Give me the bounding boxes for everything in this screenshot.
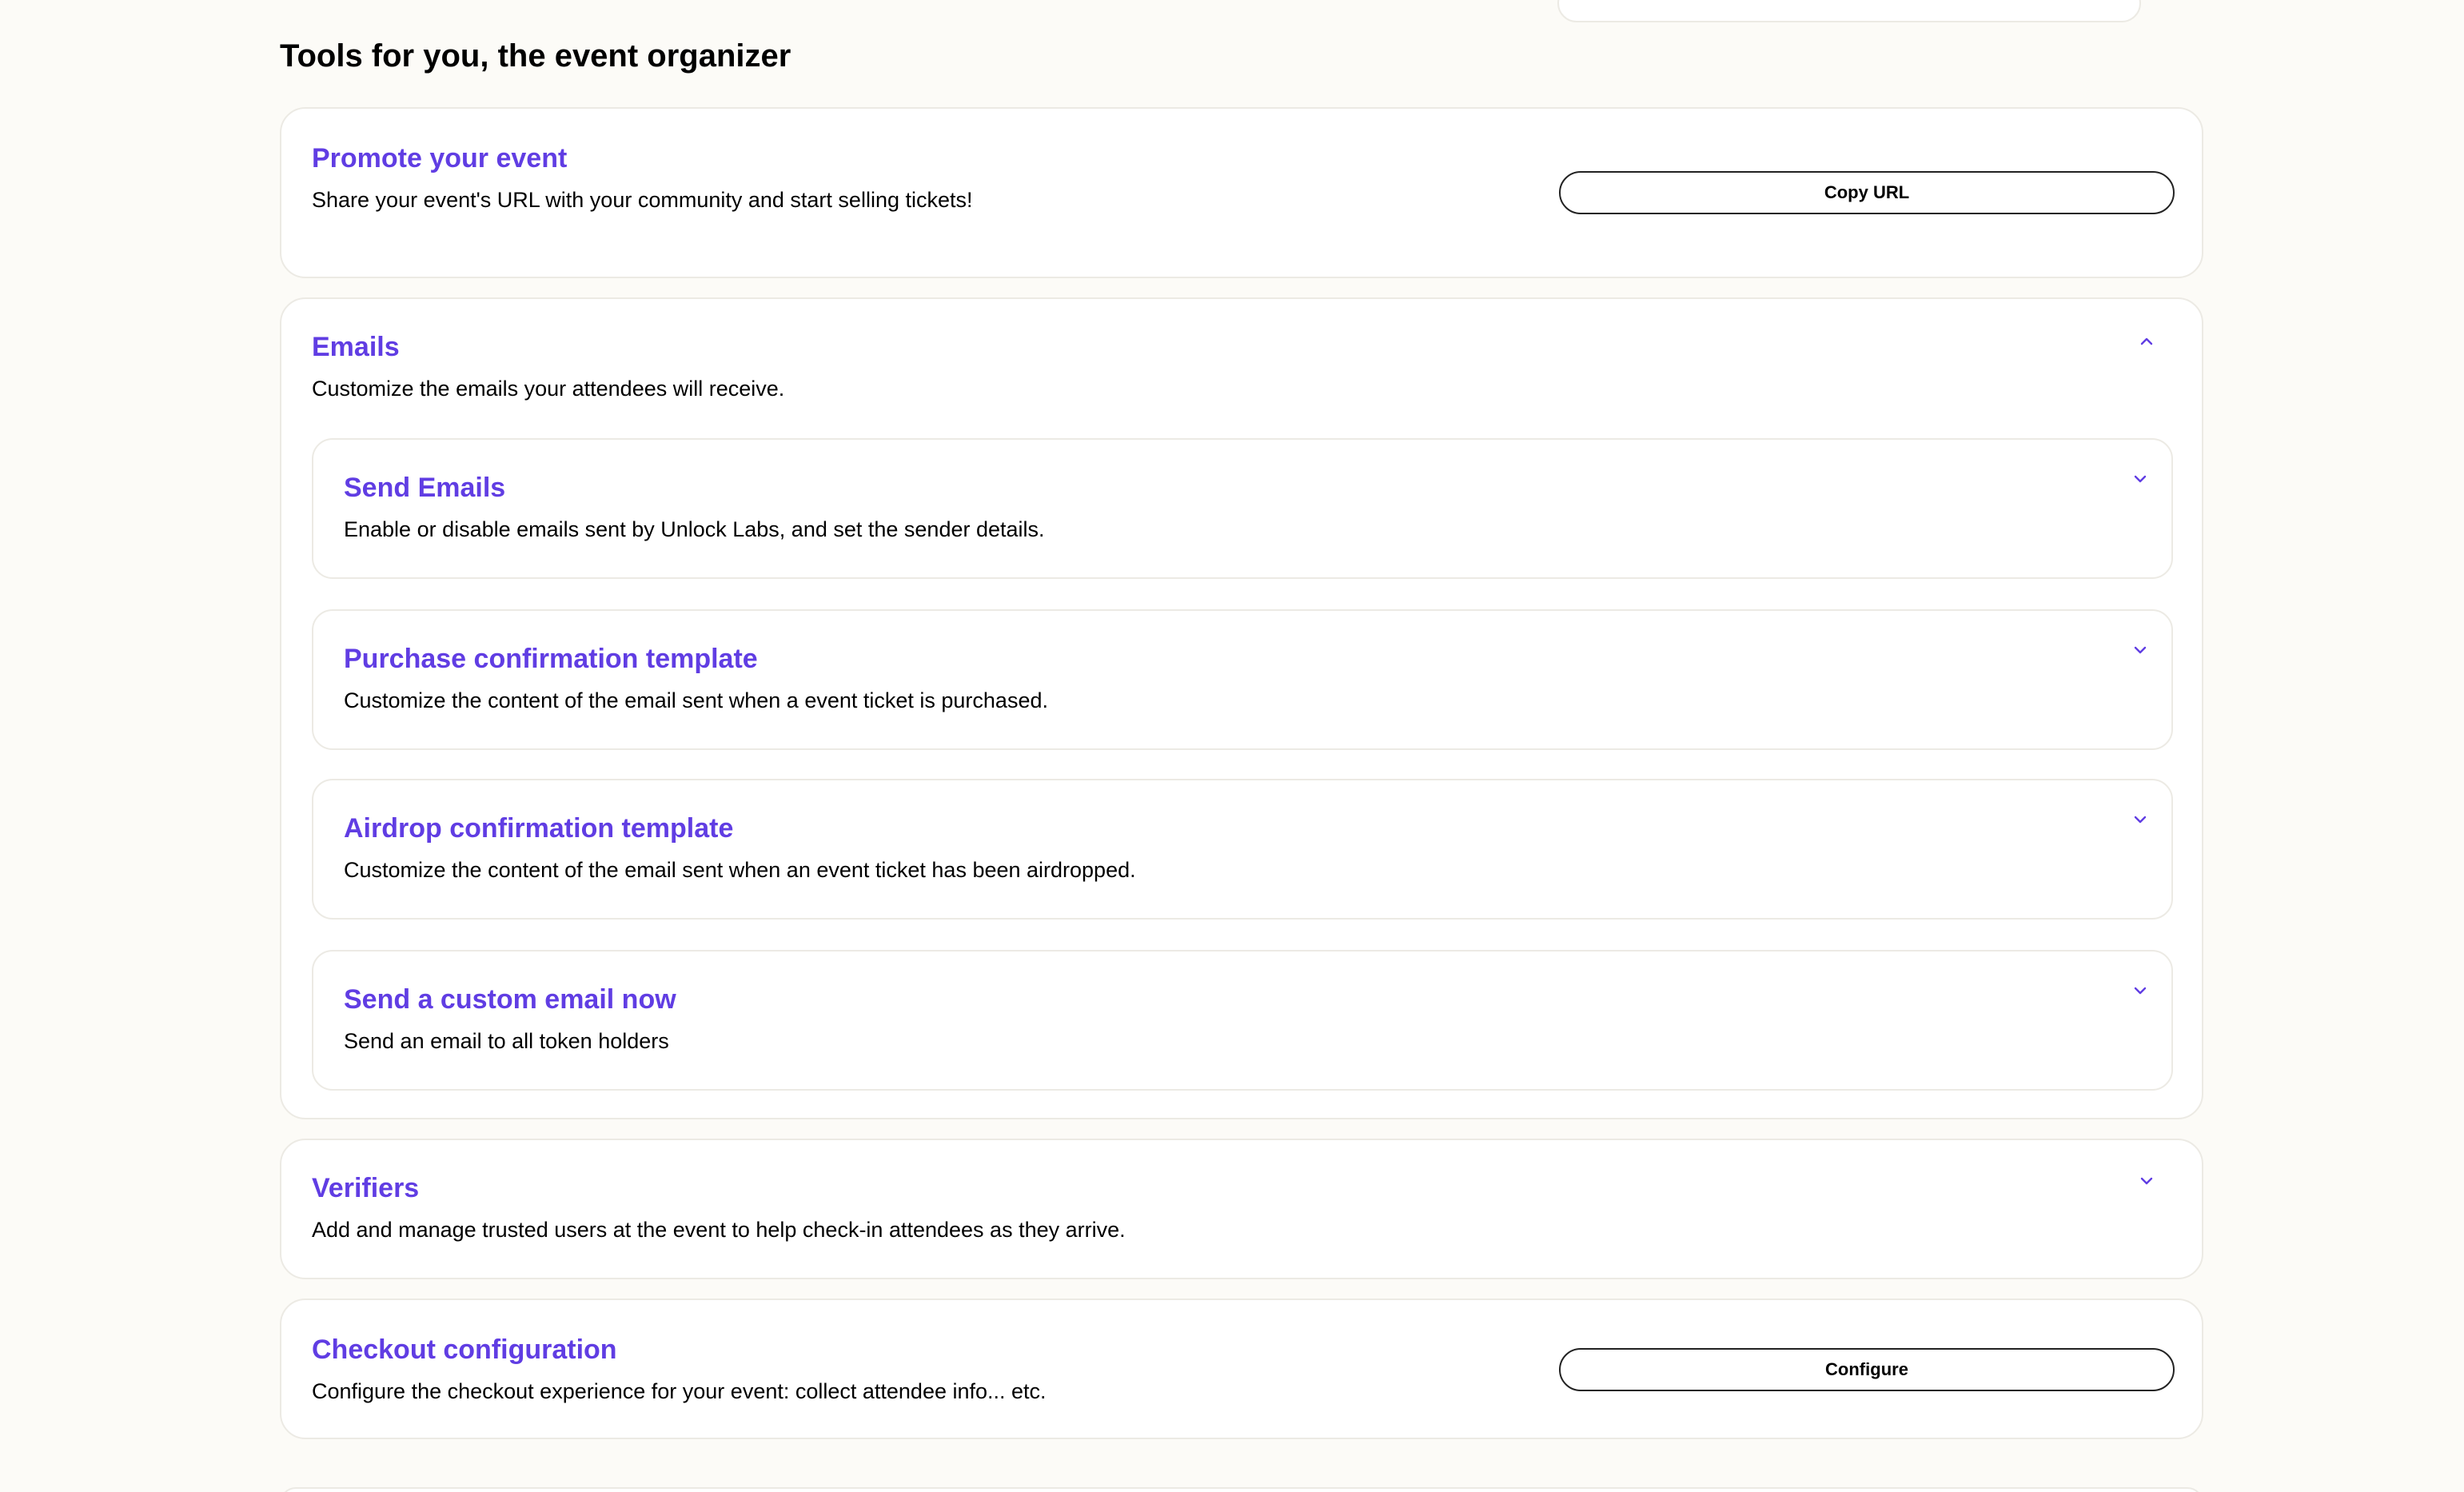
purchase-confirmation-template-title: Purchase confirmation template [344, 644, 758, 674]
verifiers-card[interactable]: Verifiers Add and manage trusted users a… [280, 1139, 2203, 1279]
next-card-edge [280, 1487, 2203, 1492]
emails-card: Emails Customize the emails your attende… [280, 297, 2203, 1119]
send-emails-title: Send Emails [344, 473, 506, 503]
chevron-down-icon[interactable] [2130, 469, 2151, 489]
send-emails-description: Enable or disable emails sent by Unlock … [344, 517, 1045, 541]
checkout-configuration-card: Checkout configuration Configure the che… [280, 1299, 2203, 1439]
chevron-down-icon[interactable] [2130, 980, 2151, 1001]
purchase-confirmation-template-card[interactable]: Purchase confirmation template Customize… [312, 609, 2173, 750]
checkout-configuration-title: Checkout configuration [312, 1334, 617, 1365]
verifiers-description: Add and manage trusted users at the even… [312, 1218, 1126, 1242]
previous-card-edge [1557, 0, 2141, 22]
promote-event-card: Promote your event Share your event's UR… [280, 107, 2203, 278]
configure-button[interactable]: Configure [1559, 1348, 2175, 1391]
chevron-up-icon[interactable] [2136, 331, 2157, 352]
purchase-confirmation-template-description: Customize the content of the email sent … [344, 688, 1048, 712]
copy-url-button[interactable]: Copy URL [1559, 171, 2175, 214]
promote-event-description: Share your event's URL with your communi… [312, 188, 973, 212]
send-emails-card[interactable]: Send Emails Enable or disable emails sen… [312, 438, 2173, 579]
chevron-down-icon[interactable] [2130, 809, 2151, 830]
airdrop-confirmation-template-title: Airdrop confirmation template [344, 813, 734, 844]
emails-description: Customize the emails your attendees will… [312, 377, 785, 401]
send-custom-email-description: Send an email to all token holders [344, 1029, 669, 1053]
send-custom-email-card[interactable]: Send a custom email now Send an email to… [312, 950, 2173, 1091]
airdrop-confirmation-template-card[interactable]: Airdrop confirmation template Customize … [312, 779, 2173, 920]
verifiers-title: Verifiers [312, 1173, 420, 1203]
promote-event-title: Promote your event [312, 143, 568, 174]
event-tools-page: Tools for you, the event organizer Promo… [0, 0, 2464, 1492]
chevron-down-icon[interactable] [2136, 1171, 2157, 1191]
send-custom-email-title: Send a custom email now [344, 984, 676, 1015]
emails-title: Emails [312, 332, 400, 362]
section-title: Tools for you, the event organizer [280, 38, 791, 74]
airdrop-confirmation-template-description: Customize the content of the email sent … [344, 858, 1136, 882]
checkout-configuration-description: Configure the checkout experience for yo… [312, 1379, 1047, 1403]
chevron-down-icon[interactable] [2130, 640, 2151, 660]
